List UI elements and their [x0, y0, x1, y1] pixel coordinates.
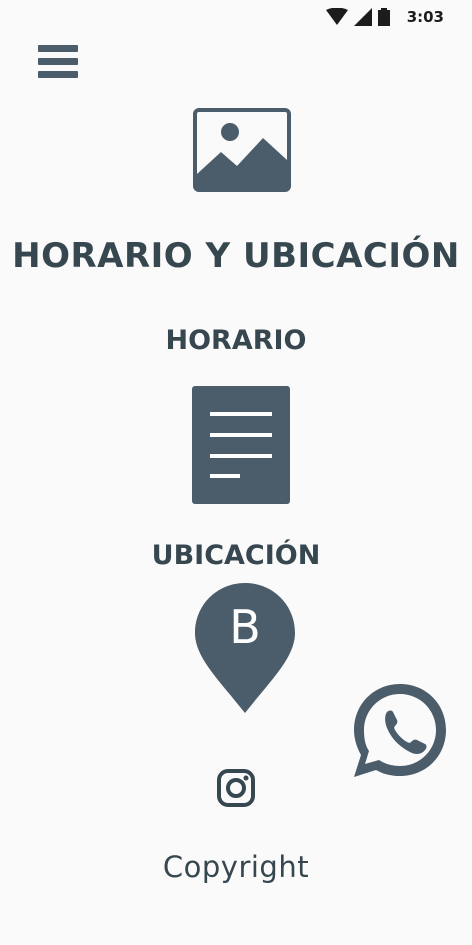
menu-line [38, 58, 78, 65]
image-placeholder-icon [193, 108, 291, 192]
status-icons [326, 8, 390, 26]
menu-line [38, 45, 78, 52]
status-time: 3:03 [406, 8, 444, 26]
copyright-text: Copyright [162, 850, 310, 884]
pin-letter: B [229, 600, 261, 654]
instagram-icon[interactable] [216, 768, 256, 808]
wifi-icon [326, 8, 348, 25]
ubicacion-title: UBICACIÓN [151, 540, 321, 571]
whatsapp-icon[interactable] [350, 680, 450, 780]
horario-title: HORARIO [165, 325, 307, 356]
menu-line [38, 71, 78, 78]
status-bar: 3:03 [0, 0, 472, 34]
hamburger-menu-icon[interactable] [38, 45, 78, 81]
signal-icon [354, 8, 372, 26]
document-icon[interactable] [192, 386, 290, 504]
battery-icon [378, 8, 390, 26]
page-title: HORARIO Y UBICACIÓN [12, 236, 460, 276]
